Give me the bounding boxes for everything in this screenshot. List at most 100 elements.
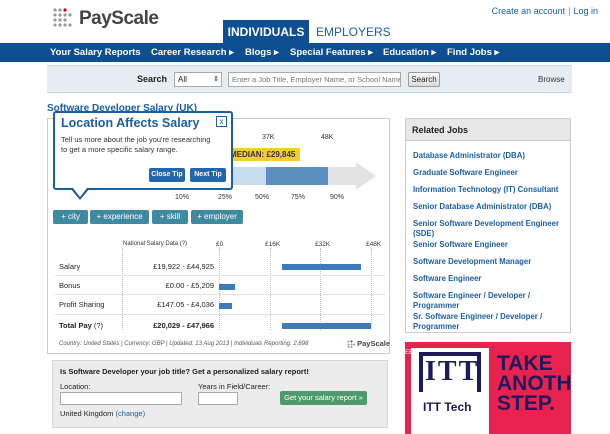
related-job-link[interactable]: Software Development Manager bbox=[413, 257, 568, 267]
cta-country-name: United Kingdom bbox=[60, 409, 114, 418]
itt-logo-text: ITT bbox=[425, 356, 480, 387]
close-tip-button[interactable]: Close Tip bbox=[149, 168, 185, 182]
total-pay-label: Total Pay bbox=[59, 321, 92, 330]
create-account-link[interactable]: Create an account bbox=[492, 6, 566, 16]
search-button[interactable]: Search bbox=[408, 72, 440, 87]
get-salary-report-button[interactable]: Get your salary report » bbox=[280, 391, 367, 405]
row-value-bonus: £0.00 - £5,209 bbox=[165, 281, 214, 290]
account-links: Create an account | Log in bbox=[492, 6, 598, 16]
nav-item-education[interactable]: Education ▸ bbox=[383, 43, 436, 62]
percentile-label: 90% bbox=[330, 194, 345, 201]
add-city-button[interactable]: + city bbox=[53, 210, 88, 224]
chevron-down-icon: ⇕ bbox=[213, 76, 219, 83]
percentile-label: 75% bbox=[291, 194, 306, 201]
tooltip-tail-inner bbox=[73, 188, 87, 197]
ad-slogan-line: TAKE bbox=[497, 352, 553, 375]
row-label-total-pay: Total Pay (?) bbox=[59, 321, 103, 330]
location-tooltip: Location Affects Salary x Tell us more a… bbox=[53, 111, 233, 190]
payscale-dots-icon bbox=[347, 340, 355, 349]
nav-item-salary-reports[interactable]: Your Salary Reports bbox=[50, 43, 141, 62]
row-value-profit-sharing: £147.05 - £4,036 bbox=[157, 300, 214, 309]
range-bar-lower bbox=[230, 167, 266, 185]
add-experience-button[interactable]: + experience bbox=[90, 210, 149, 224]
range-top-label: 37K bbox=[262, 134, 275, 141]
row-divider bbox=[55, 294, 385, 295]
axis-tick-label: £32K bbox=[315, 241, 331, 248]
nav-item-find-jobs[interactable]: Find Jobs ▸ bbox=[447, 43, 499, 62]
login-link[interactable]: Log in bbox=[573, 6, 598, 16]
related-job-link[interactable]: Information Technology (IT) Consultant bbox=[413, 185, 568, 195]
nav-item-career-research[interactable]: Career Research ▸ bbox=[151, 43, 234, 62]
range-arrow-icon bbox=[356, 162, 376, 190]
row-divider bbox=[55, 314, 385, 315]
related-job-link[interactable]: Senior Database Administrator (DBA) bbox=[413, 202, 568, 212]
range-top-label: 48K bbox=[321, 134, 334, 141]
nav-item-special-features[interactable]: Special Features ▸ bbox=[290, 43, 373, 62]
close-icon[interactable]: x bbox=[216, 116, 227, 127]
browse-link[interactable]: Browse bbox=[538, 75, 565, 84]
next-tip-button[interactable]: Next Tip bbox=[190, 168, 226, 182]
range-bar-tail bbox=[328, 167, 356, 185]
related-jobs-title: Related Jobs bbox=[406, 119, 570, 141]
ad-slogan: TAKE ANOTHER STEP. bbox=[497, 352, 571, 414]
main-nav: Your Salary Reports Career Research ▸ Bl… bbox=[0, 43, 610, 62]
percentile-label: 50% bbox=[255, 194, 270, 201]
add-skill-button[interactable]: + skill bbox=[152, 210, 188, 224]
tooltip-body: Tell us more about the job you're resear… bbox=[61, 135, 211, 154]
years-label: Years in Field/Career: bbox=[198, 382, 271, 391]
salary-meta: Country: United States | Currency: GBP |… bbox=[59, 341, 309, 347]
bonus-range-bar bbox=[219, 284, 236, 290]
ad-slogan-line: ANOTHER bbox=[497, 372, 571, 395]
row-divider bbox=[55, 275, 385, 276]
search-input[interactable]: Enter a Job Title, Employer Name, or Sch… bbox=[228, 72, 401, 87]
related-job-link[interactable]: Sr. Software Engineer / Developer / Prog… bbox=[413, 312, 568, 332]
percentile-label: 10% bbox=[175, 194, 190, 201]
itt-tech-ad[interactable]: EEEEEEEE ITT ITT Tech TAKE ANOTHER STEP. bbox=[405, 342, 571, 434]
add-employer-button[interactable]: + employer bbox=[191, 210, 243, 224]
axis-tick-label: £16K bbox=[265, 241, 281, 248]
change-country-link[interactable]: (change) bbox=[115, 409, 145, 418]
profit-sharing-range-bar bbox=[219, 303, 232, 309]
payscale-mini-text: PayScale bbox=[357, 339, 391, 348]
total-pay-range-bar bbox=[282, 323, 371, 329]
payscale-mini-logo: PayScale bbox=[347, 339, 391, 349]
tab-individuals[interactable]: INDIVIDUALS bbox=[223, 20, 309, 43]
cta-country: United Kingdom (change) bbox=[60, 409, 145, 418]
search-label: Search bbox=[137, 74, 168, 84]
row-value-total-pay: £20,029 - £47,966 bbox=[153, 321, 214, 330]
related-job-link[interactable]: Senior Software Engineer bbox=[413, 240, 568, 250]
nav-item-blogs[interactable]: Blogs ▸ bbox=[245, 43, 279, 62]
related-job-link[interactable]: Database Administrator (DBA) bbox=[413, 151, 568, 161]
grid-line bbox=[270, 248, 271, 330]
related-job-link[interactable]: Software Engineer / Developer / Programm… bbox=[413, 291, 568, 311]
cta-question: Is Software Developer your job title? Ge… bbox=[60, 367, 309, 376]
axis-tick-label: £48K bbox=[366, 241, 382, 248]
axis-tick-label: £0 bbox=[216, 241, 224, 248]
tooltip-title: Location Affects Salary bbox=[61, 116, 200, 130]
logo-text[interactable]: PayScale bbox=[79, 8, 159, 30]
row-label-profit-sharing: Profit Sharing bbox=[59, 300, 105, 309]
related-jobs-panel: Related Jobs Database Administrator (DBA… bbox=[405, 118, 571, 333]
itt-logo: ITT bbox=[419, 352, 481, 392]
row-value-salary: £19,922 - £44,925 bbox=[153, 262, 214, 271]
related-job-link[interactable]: Graduate Software Engineer bbox=[413, 168, 568, 178]
grid-line bbox=[320, 248, 321, 330]
tab-employers[interactable]: EMPLOYERS bbox=[316, 20, 391, 43]
salary-range-bar bbox=[282, 264, 362, 270]
median-badge: MEDIAN: £29,845 bbox=[228, 148, 300, 161]
salary-table-header: National Salary Data (?) bbox=[123, 241, 188, 247]
total-pay-help[interactable]: (?) bbox=[94, 321, 103, 330]
search-category-select[interactable]: All ⇕ bbox=[174, 72, 222, 87]
payscale-logo-icon[interactable] bbox=[52, 7, 74, 29]
years-input[interactable] bbox=[198, 392, 238, 405]
related-job-link[interactable]: Senior Software Development Engineer (SD… bbox=[413, 219, 568, 239]
site-header: PayScale INDIVIDUALS EMPLOYERS Create an… bbox=[0, 0, 610, 43]
location-label: Location: bbox=[60, 382, 91, 391]
range-bar-upper bbox=[266, 167, 328, 185]
salary-report-cta: Is Software Developer your job title? Ge… bbox=[52, 360, 388, 428]
percentile-label: 25% bbox=[218, 194, 233, 201]
search-bar: Search All ⇕ Enter a Job Title, Employer … bbox=[47, 65, 572, 93]
location-input[interactable] bbox=[60, 392, 182, 405]
row-label-bonus: Bonus bbox=[59, 281, 81, 290]
related-job-link[interactable]: Software Engineer bbox=[413, 274, 568, 284]
